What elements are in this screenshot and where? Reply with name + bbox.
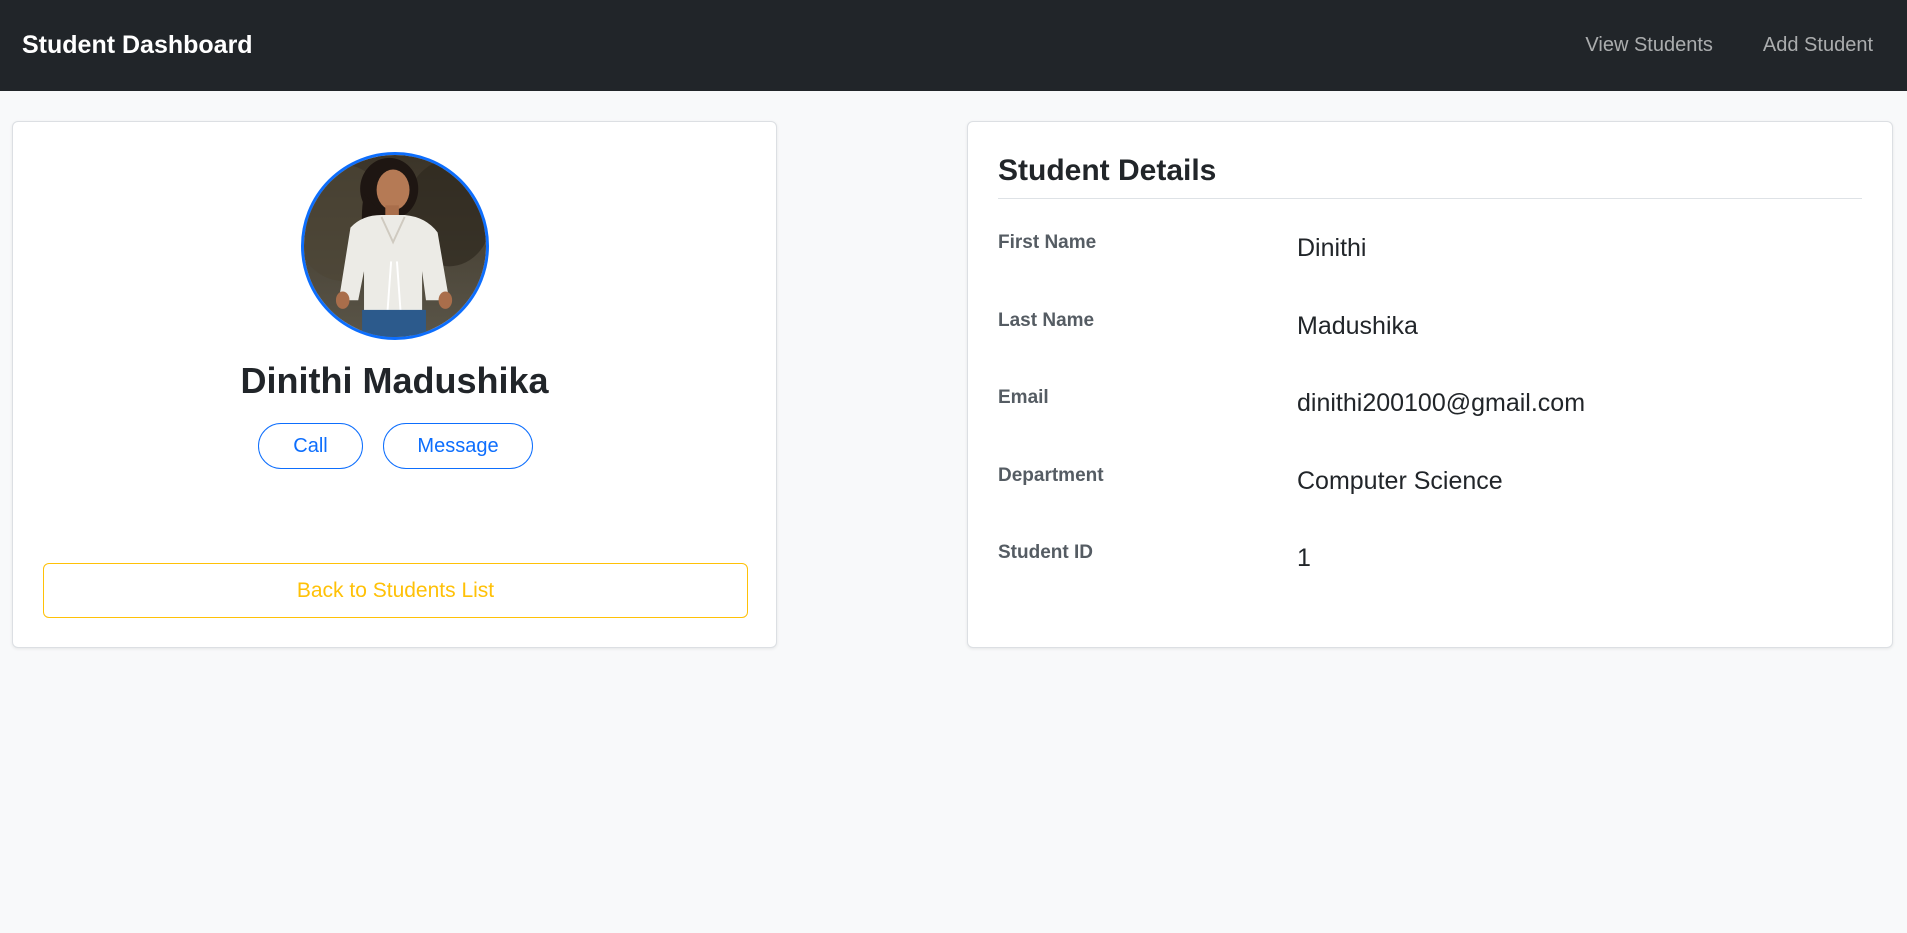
detail-value: 1 <box>1297 544 1311 572</box>
detail-label: Student ID <box>998 542 1093 563</box>
detail-row-last-name: Last Name Madushika <box>998 310 1862 360</box>
detail-value: Dinithi <box>1297 234 1367 262</box>
nav-link-view-students[interactable]: View Students <box>1573 34 1725 57</box>
avatar-photo-image <box>304 155 486 337</box>
divider <box>998 198 1862 199</box>
profile-name: Dinithi Madushika <box>240 360 549 401</box>
detail-row-department: Department Computer Science <box>998 465 1862 515</box>
call-button[interactable]: Call <box>258 423 363 469</box>
brand-link[interactable]: Student Dashboard <box>22 31 253 60</box>
details-title: Student Details <box>998 154 1217 187</box>
student-details-card: Student Details First Name Dinithi Last … <box>967 121 1893 648</box>
profile-card: Dinithi Madushika Call Message Back to S… <box>12 121 777 648</box>
detail-value: dinithi200100@gmail.com <box>1297 389 1586 417</box>
top-navbar: Student Dashboard View Students Add Stud… <box>0 0 1907 91</box>
back-to-students-list-button[interactable]: Back to Students List <box>43 563 748 618</box>
detail-value: Computer Science <box>1297 467 1503 495</box>
detail-row-first-name: First Name Dinithi <box>998 232 1862 282</box>
detail-label: Department <box>998 465 1104 486</box>
detail-value: Madushika <box>1297 312 1418 340</box>
nav-link-add-student[interactable]: Add Student <box>1751 34 1885 57</box>
message-button[interactable]: Message <box>383 423 533 469</box>
detail-row-student-id: Student ID 1 <box>998 542 1862 592</box>
detail-label: First Name <box>998 232 1097 253</box>
detail-label: Last Name <box>998 310 1095 331</box>
detail-label: Email <box>998 387 1049 408</box>
detail-row-email: Email dinithi200100@gmail.com <box>998 387 1862 437</box>
avatar <box>301 152 489 340</box>
nav-links: View Students Add Student <box>1547 34 1885 57</box>
